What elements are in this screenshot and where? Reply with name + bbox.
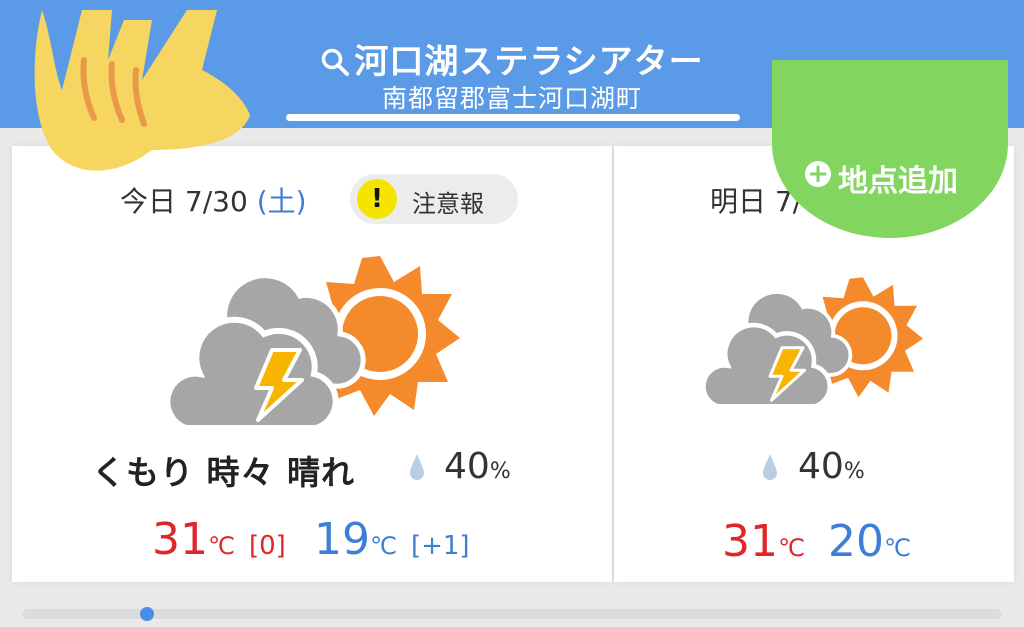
header-tab-indicator — [286, 114, 740, 121]
tomorrow-precipitation: 40% — [798, 446, 865, 487]
location-name: 河口湖ステラシアター — [354, 42, 704, 82]
today-high-value: 31 — [152, 514, 208, 565]
horizontal-scrollbar[interactable] — [22, 609, 1002, 619]
scrollbar-thumb[interactable] — [140, 607, 154, 621]
cloud-thunder-sun-icon — [701, 277, 923, 406]
warning-label: 注意報 — [412, 190, 484, 218]
tomorrow-high-value: 31 — [722, 516, 778, 567]
today-precipitation: 40% — [444, 446, 511, 487]
warning-badge[interactable]: ! 注意報 — [350, 174, 518, 224]
tomorrow-high-unit: ℃ — [778, 534, 805, 562]
tomorrow-pop-unit: % — [843, 459, 865, 484]
tomorrow-high-temp: 31℃ — [722, 516, 805, 567]
hand-gesture-icon — [34, 10, 250, 171]
today-high-temp: 31℃ [0] — [152, 514, 286, 565]
today-day-of-week: (土) — [256, 185, 307, 218]
raindrop-icon — [763, 454, 777, 480]
tomorrow-low-temp: 20℃ — [828, 516, 911, 567]
plus-circle-icon: + — [805, 161, 831, 187]
cloud-thunder-sun-icon — [164, 256, 460, 426]
today-low-temp: 19℃ [+1] — [314, 514, 470, 565]
today-high-unit: ℃ — [208, 532, 235, 560]
today-pop-unit: % — [489, 459, 511, 484]
add-location-label: 地点追加 — [838, 164, 958, 199]
raindrop-icon — [410, 454, 424, 480]
today-low-diff: [+1] — [410, 531, 470, 561]
today-pop-value: 40 — [444, 446, 490, 487]
tomorrow-pop-value: 40 — [798, 446, 844, 487]
today-low-value: 19 — [314, 514, 370, 565]
today-high-diff: [0] — [248, 531, 286, 561]
exclamation-icon: ! — [357, 179, 397, 219]
today-low-unit: ℃ — [370, 532, 397, 560]
tomorrow-low-unit: ℃ — [884, 534, 911, 562]
tomorrow-low-value: 20 — [828, 516, 884, 567]
today-forecast-card[interactable]: 今日 7/30 (土) ! 注意報 くもり 時々 晴れ 40% 31℃ [0] — [12, 146, 612, 582]
today-weather-description: くもり 時々 晴れ — [92, 453, 355, 492]
